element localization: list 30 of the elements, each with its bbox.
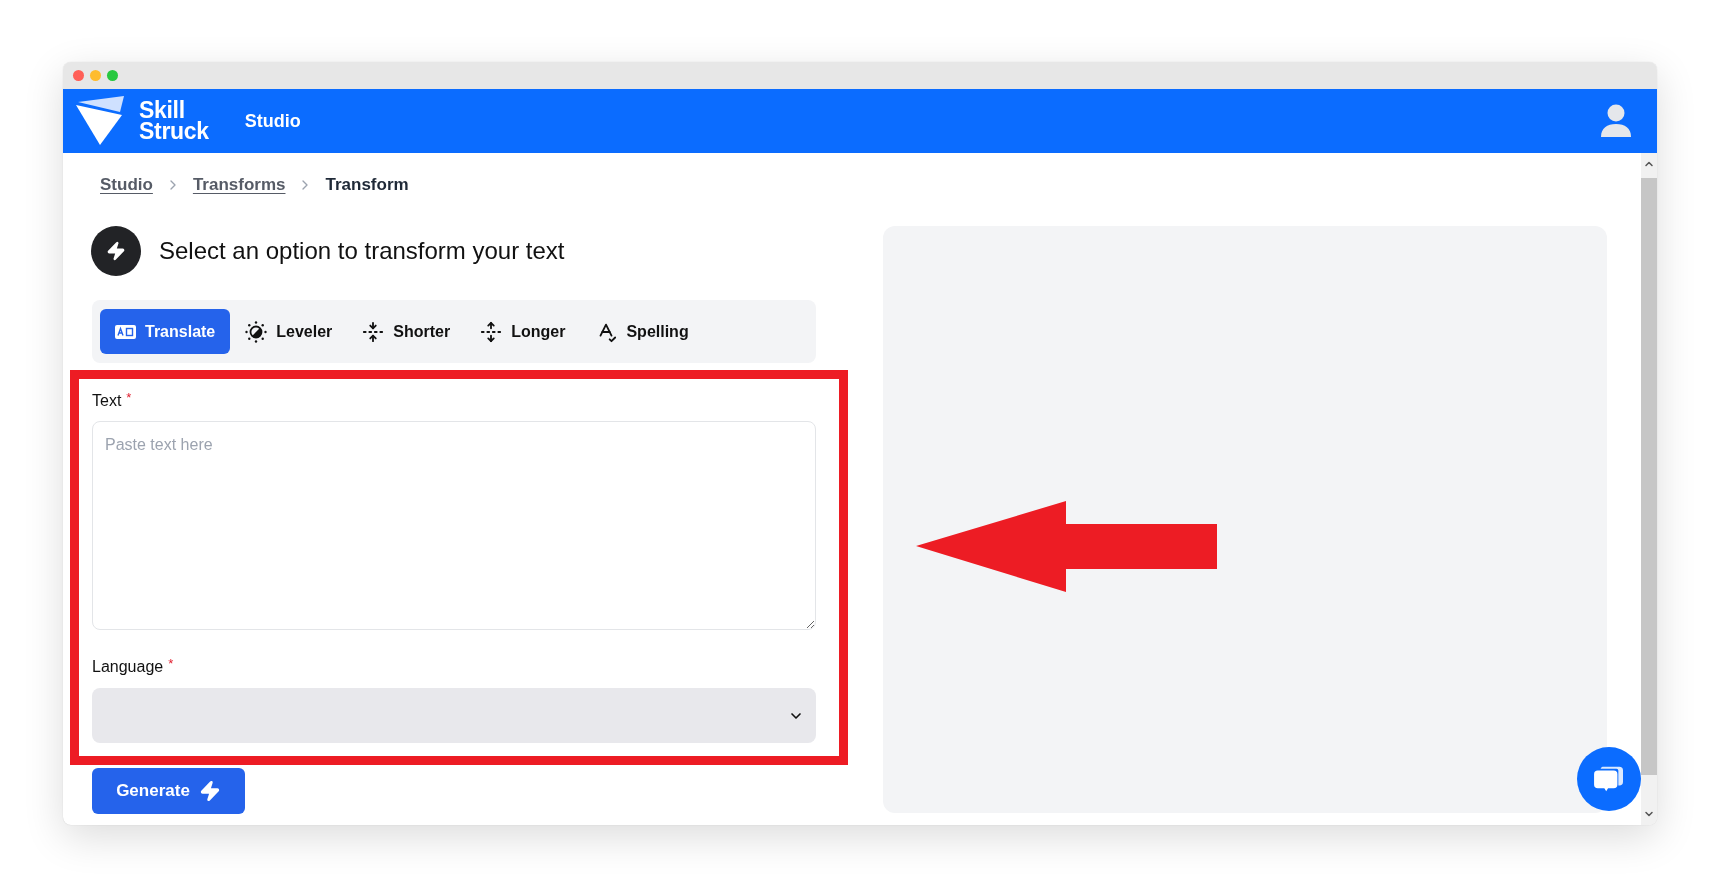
minimize-window-icon[interactable] — [90, 70, 101, 81]
arrows-outward-icon — [480, 320, 503, 343]
lightning-icon — [198, 780, 221, 802]
letters-box-icon — [115, 324, 136, 339]
page-heading: Select an option to transform your text — [159, 237, 565, 265]
field-label: Language — [92, 657, 164, 677]
logo-icon — [75, 96, 125, 146]
required-mark: * — [168, 657, 174, 673]
nav-link[interactable]: Studio — [244, 110, 301, 132]
tab[interactable]: Spelling — [580, 309, 704, 354]
half-dial-icon — [245, 320, 268, 343]
brand-name: Skill Struck — [139, 100, 209, 142]
tab[interactable]: Translate — [100, 309, 231, 354]
lightning-icon — [91, 226, 141, 276]
breadcrumb-link[interactable]: Transforms — [192, 175, 286, 195]
maximize-window-icon[interactable] — [107, 70, 118, 81]
breadcrumb-current-page: Transform — [325, 175, 409, 195]
tab[interactable]: Longer — [465, 309, 581, 354]
select-field[interactable] — [92, 688, 816, 743]
field-label: Text — [92, 391, 122, 411]
chat-bubbles-icon — [1594, 765, 1624, 793]
required-mark: * — [126, 391, 132, 407]
tab[interactable]: Leveler — [230, 309, 348, 354]
arrows-inward-icon — [362, 320, 385, 343]
user-avatar-icon[interactable] — [1601, 104, 1631, 138]
breadcrumb-link[interactable]: Studio — [100, 175, 153, 195]
tab[interactable]: Shorter — [347, 309, 466, 354]
close-window-icon[interactable] — [73, 70, 84, 81]
text-input-field[interactable]: Paste text here — [92, 421, 816, 630]
generate-button[interactable]: Generate — [92, 768, 245, 814]
